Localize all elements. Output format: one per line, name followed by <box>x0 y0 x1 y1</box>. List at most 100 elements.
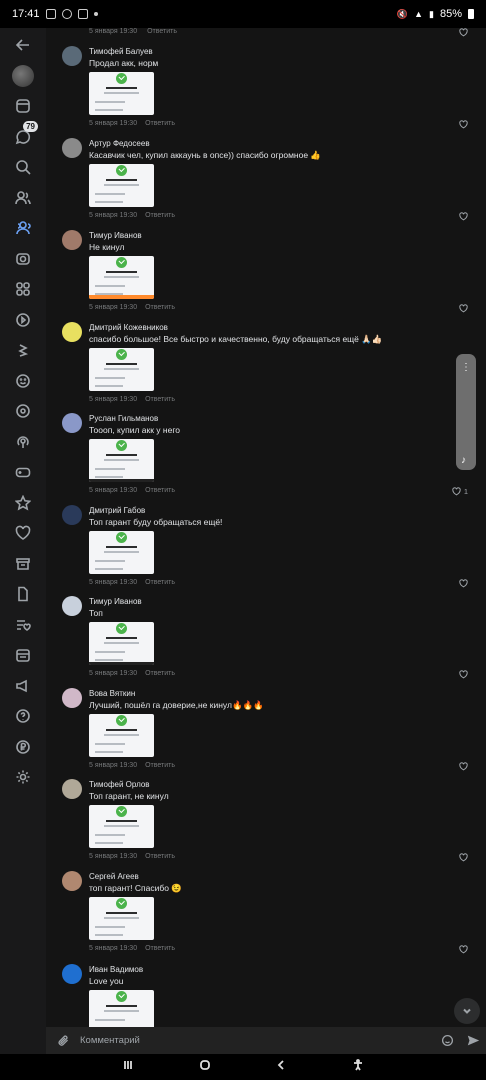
comment-image[interactable] <box>89 164 154 207</box>
comment-author[interactable]: Тимур Иванов <box>89 597 142 606</box>
like-button[interactable]: 1 <box>452 487 468 496</box>
reply-link[interactable]: Ответить <box>145 120 175 127</box>
communities-icon <box>16 221 31 235</box>
comment-image[interactable] <box>89 256 154 299</box>
sidebar-item-clips[interactable] <box>0 335 46 366</box>
comment-author[interactable]: Тимофей Орлов <box>89 780 150 789</box>
sidebar-item-friends[interactable] <box>0 183 46 214</box>
reply-link[interactable]: Ответить <box>147 28 177 35</box>
comment-image[interactable] <box>89 622 154 665</box>
send-button[interactable] <box>460 1034 486 1047</box>
sidebar-item-podcasts[interactable] <box>0 427 46 458</box>
avatar[interactable] <box>62 46 82 66</box>
comment-input[interactable] <box>76 1035 434 1046</box>
reply-link[interactable]: Ответить <box>145 762 175 769</box>
comment-meta: 5 января 19:30 Ответить <box>89 120 175 127</box>
sidebar-item-services[interactable] <box>0 274 46 305</box>
comment-image[interactable] <box>89 531 154 574</box>
heart-icon <box>459 945 468 954</box>
like-button[interactable] <box>459 853 468 862</box>
sidebar-item-calendar[interactable] <box>0 640 46 671</box>
recents-button[interactable] <box>122 1058 134 1076</box>
reply-link[interactable]: Ответить <box>145 304 175 311</box>
comment-image[interactable] <box>89 439 154 482</box>
attach-button[interactable] <box>50 1034 76 1047</box>
comment-author[interactable]: Дмитрий Габов <box>89 506 145 515</box>
scroll-down-button[interactable] <box>454 998 480 1024</box>
back-nav-button[interactable] <box>275 1058 287 1076</box>
comment-author[interactable]: Артур Федосеев <box>89 139 150 148</box>
sidebar-item-ads[interactable] <box>0 671 46 702</box>
avatar[interactable] <box>62 871 82 891</box>
reply-link[interactable]: Ответить <box>145 945 175 952</box>
sidebar-item-news[interactable] <box>0 91 46 122</box>
reply-link[interactable]: Ответить <box>145 396 175 403</box>
comments-list[interactable]: 5 января 19:30 Ответить Тимофей Балуев Пр… <box>46 28 486 1027</box>
emoji-button[interactable] <box>434 1034 460 1047</box>
avatar[interactable] <box>62 413 82 433</box>
profile-button[interactable] <box>0 61 46 92</box>
reply-link[interactable]: Ответить <box>145 487 175 494</box>
comment-image[interactable] <box>89 714 154 757</box>
left-rail: 79 <box>0 28 46 1054</box>
back-button[interactable] <box>0 30 46 61</box>
like-button[interactable] <box>459 28 468 37</box>
like-button[interactable] <box>459 762 468 771</box>
sidebar-item-photos[interactable] <box>0 244 46 275</box>
comment-author[interactable]: Тимур Иванов <box>89 231 142 240</box>
news-icon <box>16 99 30 114</box>
comment-author[interactable]: Руслан Гильманов <box>89 414 158 423</box>
comment-author[interactable]: Дмитрий Кожевников <box>89 323 168 332</box>
reply-link[interactable]: Ответить <box>145 212 175 219</box>
sidebar-item-settings[interactable] <box>0 762 46 793</box>
smile-icon <box>441 1034 453 1047</box>
sidebar-item-music[interactable] <box>0 396 46 427</box>
sidebar-item-communities[interactable] <box>0 213 46 244</box>
comment-author[interactable]: Иван Вадимов <box>89 965 143 974</box>
sidebar-item-documents[interactable] <box>0 579 46 610</box>
like-button[interactable] <box>459 945 468 954</box>
avatar[interactable] <box>62 230 82 250</box>
home-button[interactable] <box>199 1058 211 1076</box>
comment-image[interactable] <box>89 348 154 391</box>
avatar[interactable] <box>62 596 82 616</box>
accessibility-button[interactable] <box>352 1058 364 1076</box>
check-icon <box>116 440 127 451</box>
sidebar-item-likes[interactable] <box>0 518 46 549</box>
sidebar-item-wishlist[interactable] <box>0 610 46 641</box>
comment-image[interactable] <box>89 990 154 1027</box>
like-button[interactable] <box>459 304 468 313</box>
comment-image[interactable] <box>89 72 154 115</box>
avatar[interactable] <box>62 688 82 708</box>
reply-link[interactable]: Ответить <box>145 579 175 586</box>
sidebar-item-video[interactable] <box>0 305 46 336</box>
comment-image[interactable] <box>89 805 154 848</box>
sidebar-item-help[interactable] <box>0 701 46 732</box>
like-button[interactable] <box>459 579 468 588</box>
sidebar-item-games[interactable] <box>0 457 46 488</box>
sidebar-item-stickers[interactable] <box>0 366 46 397</box>
sidebar-item-payments[interactable] <box>0 732 46 763</box>
heart-icon <box>459 853 468 862</box>
avatar[interactable] <box>62 779 82 799</box>
like-button[interactable] <box>459 120 468 129</box>
sidebar-item-archive[interactable] <box>0 549 46 580</box>
reply-link[interactable]: Ответить <box>145 853 175 860</box>
sidebar-item-messages[interactable]: 79 <box>0 120 46 153</box>
check-icon <box>116 991 127 1002</box>
like-button[interactable] <box>459 670 468 679</box>
comment-author[interactable]: Сергей Агеев <box>89 872 139 881</box>
edge-panel-handle[interactable]: ⋮ ♪ <box>456 354 476 470</box>
avatar[interactable] <box>62 138 82 158</box>
reply-link[interactable]: Ответить <box>145 670 175 677</box>
avatar[interactable] <box>62 964 82 984</box>
avatar[interactable] <box>62 322 82 342</box>
sidebar-item-bookmarks[interactable] <box>0 488 46 519</box>
avatar[interactable] <box>62 505 82 525</box>
sidebar-item-search[interactable] <box>0 152 46 183</box>
comment-author[interactable]: Вова Вяткин <box>89 689 135 698</box>
comment-image[interactable] <box>89 897 154 940</box>
comment-date: 5 января 19:30 <box>89 487 138 494</box>
like-button[interactable] <box>459 212 468 221</box>
comment-author[interactable]: Тимофей Балуев <box>89 47 153 56</box>
